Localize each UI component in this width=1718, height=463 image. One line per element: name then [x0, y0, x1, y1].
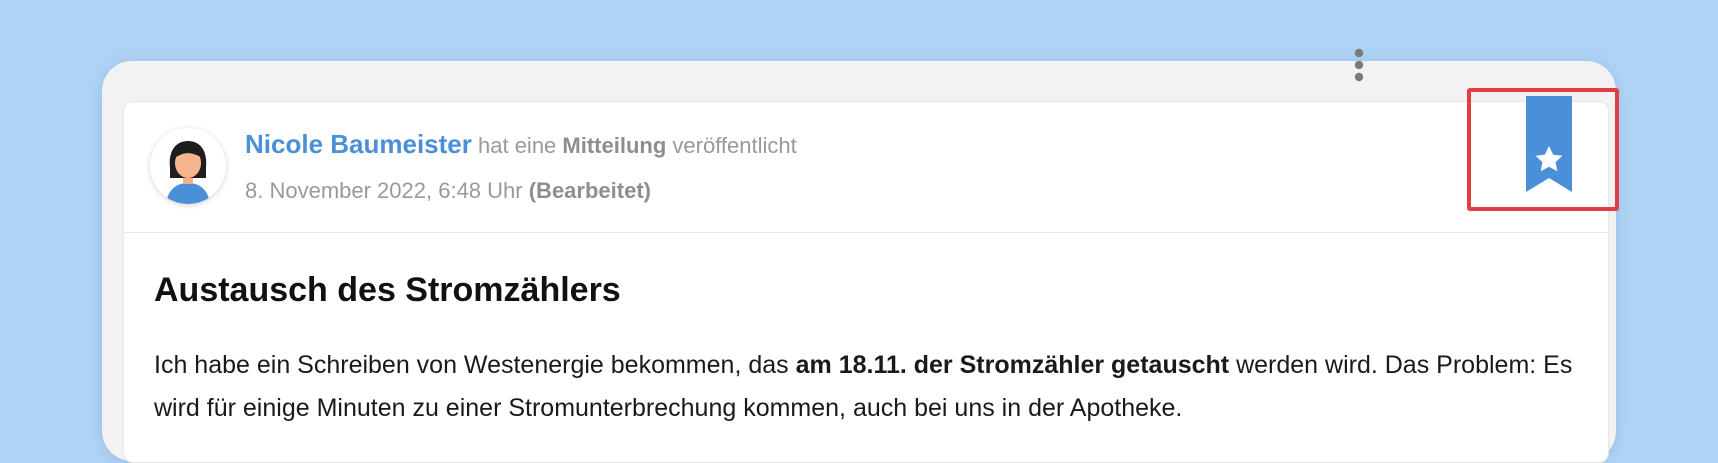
author-name-link[interactable]: Nicole Baumeister [245, 129, 472, 159]
action-suffix: veröffentlicht [672, 133, 797, 158]
post-timestamp-line: 8. November 2022, 6:48 Uhr (Bearbeitet) [245, 178, 651, 204]
action-prefix: hat eine [478, 133, 557, 158]
action-type: Mitteilung [562, 133, 667, 158]
bookmark-highlight-box [1467, 88, 1619, 211]
body-line1-end: werden wird. Das [1236, 351, 1430, 379]
woman-avatar-icon [166, 141, 210, 204]
post-timestamp: 8. November 2022, 6:48 Uhr [245, 178, 523, 203]
body-line1-start: Ich habe ein Schreiben von Westenergie b… [154, 351, 789, 379]
post-meta: Nicole Baumeister hat eine Mitteilung ve… [245, 129, 797, 160]
post-title: Austausch des Stromzählers [154, 271, 621, 309]
edited-label: (Bearbeitet) [528, 178, 651, 203]
more-options-button[interactable] [1347, 45, 1371, 85]
body-emphasis: am 18.11. der Stromzähler getauscht [795, 351, 1230, 379]
post-body: Ich habe ein Schreiben von Westenergie b… [154, 344, 1594, 430]
vertical-dots-icon [1354, 48, 1364, 82]
author-avatar[interactable] [150, 128, 226, 204]
post-header: Nicole Baumeister hat eine Mitteilung ve… [124, 102, 1608, 233]
